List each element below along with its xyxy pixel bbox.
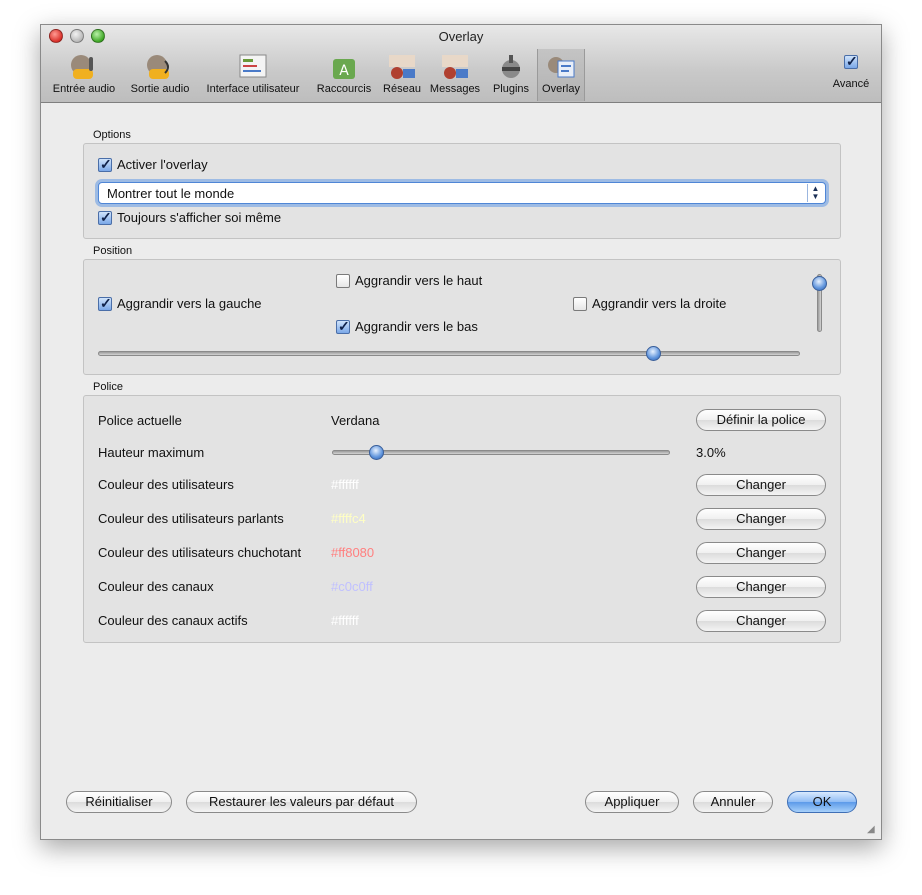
grow-up-checkbox[interactable]: Aggrandir vers le haut (336, 273, 482, 288)
color-talking-value: #ffffc4 (331, 511, 366, 526)
cancel-button[interactable]: Annuler (693, 791, 773, 813)
font-group: Police actuelle Verdana Définir la polic… (83, 395, 841, 643)
options-section-label: Options (93, 129, 131, 141)
enable-overlay-checkbox[interactable]: Activer l'overlay (98, 156, 208, 173)
toolbar-item-user-interface[interactable]: Interface utilisateur (199, 49, 307, 101)
ok-button[interactable]: OK (787, 791, 857, 813)
reset-button[interactable]: Réinitialiser (66, 791, 172, 813)
set-font-button[interactable]: Définir la police (696, 409, 826, 431)
grow-right-box[interactable] (573, 296, 587, 311)
color-whispering-value: #ff8080 (331, 545, 375, 560)
color-users-label: Couleur des utilisateurs (98, 477, 234, 492)
advanced-checkbox[interactable] (844, 53, 858, 70)
max-height-slider-knob[interactable] (368, 445, 384, 460)
grow-left-checkbox[interactable]: Aggrandir vers la gauche (98, 295, 262, 312)
color-channels-value: #c0c0ff (331, 579, 373, 594)
toolbar-item-audio-input[interactable]: Entrée audio (47, 49, 121, 101)
color-users-value: #ffffff (331, 477, 359, 492)
select-arrows-icon: ▲ ▼ (807, 184, 823, 202)
color-active-channels-value: #ffffff (331, 613, 359, 628)
enable-overlay-box[interactable] (98, 156, 112, 173)
shortcuts-icon: A (333, 59, 355, 79)
grow-down-checkbox[interactable]: Aggrandir vers le bas (336, 318, 478, 335)
color-talking-label: Couleur des utilisateurs parlants (98, 511, 284, 526)
toolbar-item-plugins[interactable]: Plugins (487, 49, 535, 101)
microphone-input-icon (71, 55, 93, 79)
messages-icon (442, 55, 468, 79)
plugins-icon (502, 55, 520, 78)
vertical-position-slider-knob[interactable] (812, 276, 827, 291)
horizontal-position-slider-knob[interactable] (645, 346, 661, 361)
user-interface-icon (239, 54, 267, 78)
grow-down-box[interactable] (336, 318, 350, 335)
svg-text:A: A (339, 63, 349, 79)
grow-left-box[interactable] (98, 295, 112, 312)
title-bar: Overlay Entrée audio Sortie audio Interf… (41, 25, 881, 103)
current-font-value: Verdana (331, 413, 380, 428)
color-channels-label: Couleur des canaux (98, 579, 214, 594)
window-title: Overlay (438, 29, 484, 44)
change-color-channels-button[interactable]: Changer (696, 576, 826, 598)
position-section-label: Position (93, 245, 133, 257)
toolbar-item-shortcuts[interactable]: A Raccourcis (311, 49, 377, 101)
change-color-whispering-button[interactable]: Changer (696, 542, 826, 564)
always-show-self-box[interactable] (98, 209, 112, 226)
font-section-label: Police (93, 381, 123, 393)
color-whispering-label: Couleur des utilisateurs chuchotant (98, 545, 302, 560)
show-users-select[interactable]: Montrer tout le monde ▲ ▼ (98, 182, 826, 204)
toolbar-item-audio-output[interactable]: Sortie audio (123, 49, 197, 101)
advanced-toggle[interactable]: Avancé (829, 53, 873, 90)
toolbar-item-network[interactable]: Réseau (379, 49, 425, 101)
settings-window: Overlay Entrée audio Sortie audio Interf… (40, 24, 882, 840)
horizontal-position-slider-track[interactable] (98, 351, 800, 356)
change-color-talking-button[interactable]: Changer (696, 508, 826, 530)
change-color-users-button[interactable]: Changer (696, 474, 826, 496)
restore-defaults-button[interactable]: Restaurer les valeurs par défaut (186, 791, 417, 813)
current-font-label: Police actuelle (98, 413, 182, 428)
toolbar-item-overlay[interactable]: Overlay (537, 49, 585, 101)
color-active-channels-label: Couleur des canaux actifs (98, 613, 248, 628)
always-show-self-checkbox[interactable]: Toujours s'afficher soi même (98, 209, 281, 226)
overlay-icon (548, 57, 575, 78)
max-height-value: 3.0% (696, 445, 726, 460)
toolbar-item-messages[interactable]: Messages (427, 49, 483, 101)
options-group: Activer l'overlay Montrer tout le monde … (83, 143, 841, 239)
max-height-label: Hauteur maximum (98, 445, 205, 460)
grow-right-checkbox[interactable]: Aggrandir vers la droite (573, 296, 726, 311)
network-icon (389, 55, 415, 79)
apply-button[interactable]: Appliquer (585, 791, 679, 813)
position-group: Aggrandir vers le haut Aggrandir vers la… (83, 259, 841, 375)
grow-up-box[interactable] (336, 273, 350, 288)
change-color-active-channels-button[interactable]: Changer (696, 610, 826, 632)
resize-grip-icon[interactable]: ◢ (867, 825, 879, 837)
speaker-output-icon (147, 55, 169, 79)
